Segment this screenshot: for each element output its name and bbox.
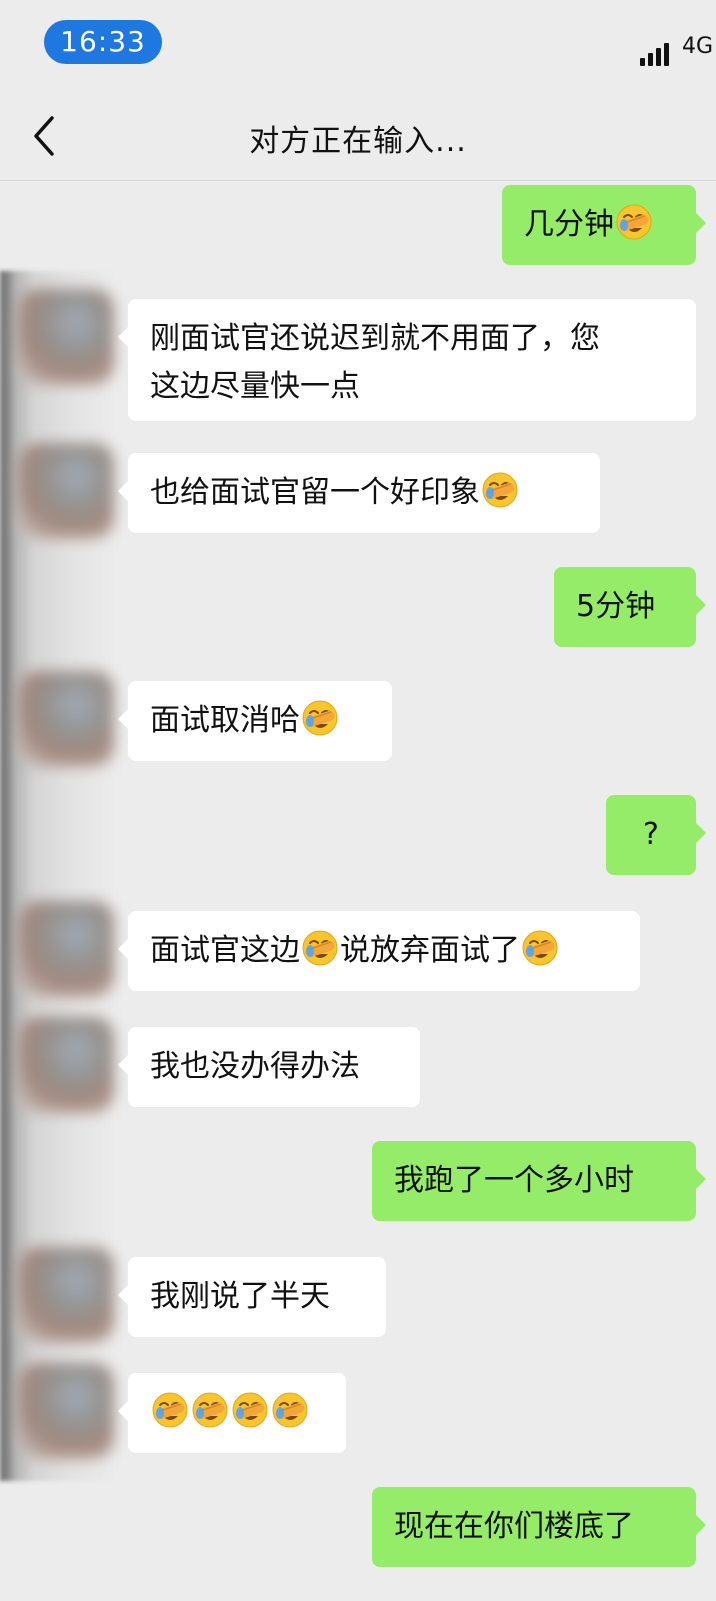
message-text: 5分钟 — [576, 589, 656, 624]
message-text: 现在在你们楼底了 — [394, 1509, 634, 1544]
message-bubble-incoming[interactable]: 也给面试官留一个好印象 — [118, 453, 600, 533]
message-bubble-incoming[interactable]: 我刚说了半天 — [118, 1257, 386, 1337]
face-with-hand-over-eyes-emoji — [192, 1392, 228, 1428]
message-text: 面试取消哈 — [150, 703, 300, 738]
face-with-hand-over-eyes-emoji — [302, 700, 338, 736]
avatar — [18, 1363, 114, 1459]
message-text: 面试官这边 — [150, 933, 300, 968]
status-time: 16:33 — [44, 20, 162, 64]
face-with-hand-over-eyes-emoji — [272, 1392, 308, 1428]
message-bubble-outgoing[interactable]: 现在在你们楼底了 — [372, 1487, 706, 1567]
avatar — [18, 289, 114, 385]
message-text: 说放弃面试了 — [340, 933, 520, 968]
message-bubble-incoming[interactable]: 面试官这边 说放弃面试了 — [118, 911, 640, 991]
chevron-left-icon — [34, 116, 54, 156]
message-text: 我刚说了半天 — [150, 1279, 330, 1314]
avatar — [18, 671, 114, 767]
message-text: 这边尽量快一点 — [150, 369, 360, 404]
message-bubble-incoming[interactable]: 面试取消哈 — [118, 681, 392, 761]
message-bubble-incoming[interactable]: 刚面试官还说迟到就不用面了，您 这边尽量快一点 — [118, 299, 696, 421]
avatar — [18, 443, 114, 539]
avatar — [18, 901, 114, 997]
avatar — [18, 1017, 114, 1113]
message-bubble-outgoing[interactable]: 几分钟 — [502, 185, 706, 265]
message-text: 我也没办得办法 — [150, 1049, 360, 1084]
message-bubble-incoming[interactable]: 我也没办得办法 — [118, 1027, 420, 1107]
face-with-hand-over-eyes-emoji — [232, 1392, 268, 1428]
message-text: 我跑了一个多小时 — [394, 1163, 634, 1198]
avatar — [18, 1247, 114, 1343]
face-with-hand-over-eyes-emoji — [152, 1392, 188, 1428]
message-text: ? — [643, 817, 659, 852]
chat-header: 对方正在输入... — [0, 92, 716, 181]
message-text: 也给面试官留一个好印象 — [150, 475, 480, 510]
message-bubble-outgoing[interactable]: 5分钟 — [554, 567, 706, 647]
face-with-hand-over-eyes-emoji — [522, 930, 558, 966]
status-bar: 16:33 4G — [0, 0, 716, 92]
face-with-hand-over-eyes-emoji — [482, 472, 518, 508]
chat-area[interactable]: 几分钟 刚面试官还说迟到就不用面了，您 这边尽量快一点 也给面试官留一个好印象 … — [0, 181, 716, 1601]
message-text: 刚面试官还说迟到就不用面了，您 — [150, 321, 600, 356]
message-text: 几分钟 — [524, 207, 614, 242]
signal-icon — [640, 38, 676, 66]
face-with-hand-over-eyes-emoji — [616, 204, 652, 240]
message-bubble-incoming[interactable] — [118, 1373, 346, 1453]
network-type: 4G — [682, 34, 714, 59]
page-title: 对方正在输入... — [249, 124, 467, 159]
message-bubble-outgoing[interactable]: 我跑了一个多小时 — [372, 1141, 706, 1221]
back-button[interactable] — [24, 110, 68, 162]
message-bubble-outgoing[interactable]: ? — [606, 795, 706, 875]
face-with-hand-over-eyes-emoji — [302, 930, 338, 966]
